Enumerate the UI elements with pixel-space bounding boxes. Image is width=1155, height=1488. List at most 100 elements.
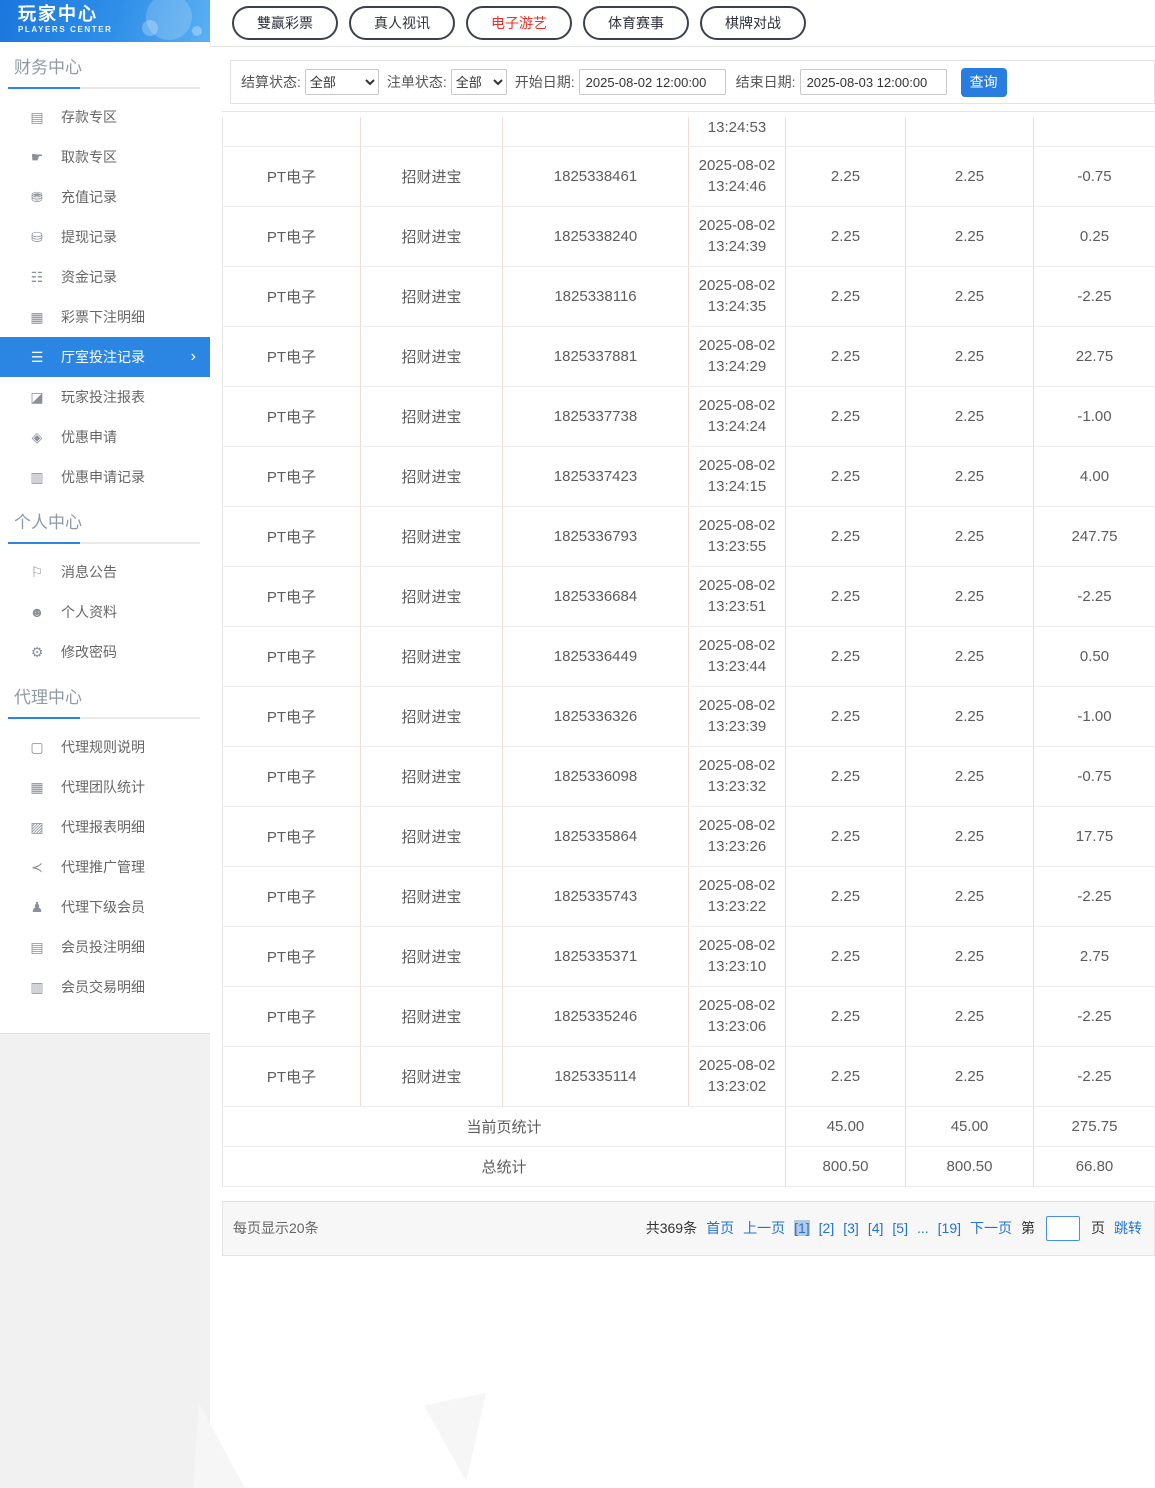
cell-order-id: 1825337423 (503, 446, 689, 506)
sidebar-item-promo-apply[interactable]: ◈ 优惠申请 › (0, 417, 210, 457)
sidebar-item-funds-record[interactable]: ☷ 资金记录 › (0, 257, 210, 297)
sidebar-item-label: 提现记录 (61, 227, 117, 247)
table-row: PT电子 招财进宝 1825336326 2025-08-0213:23:39 … (223, 686, 1155, 746)
sidebar-item-label: 修改密码 (61, 642, 117, 662)
page-link[interactable]: [5] (892, 1220, 908, 1236)
cell-game: 招财进宝 (361, 986, 503, 1046)
page-link[interactable]: [1] (794, 1220, 810, 1236)
cell-platform: PT电子 (223, 566, 361, 626)
sidebar-item-gear[interactable]: ⚙ 修改密码 › (0, 632, 210, 672)
cell-bet-amount: 2.25 (786, 506, 906, 566)
nav-tab[interactable]: 体育赛事 (583, 6, 689, 40)
cell-platform: PT电子 (223, 446, 361, 506)
deposit-card-icon: ▤ (28, 109, 46, 126)
sidebar-item-withdraw-record[interactable]: ⛁ 提现记录 › (0, 217, 210, 257)
nav-tab[interactable]: 雙赢彩票 (232, 6, 338, 40)
cell-win-loss: -2.25 (1034, 266, 1155, 326)
cell-order-id: 1825336684 (503, 566, 689, 626)
sidebar-item-promo-record[interactable]: ▥ 优惠申请记录 › (0, 457, 210, 497)
cell-valid-bet: 2.25 (906, 926, 1034, 986)
section-underline (8, 542, 200, 544)
order-status-select[interactable]: 全部 (451, 69, 507, 95)
table-row: PT电子 招财进宝 1825337423 2025-08-0213:24:15 … (223, 446, 1155, 506)
sidebar-item-member-bet-detail[interactable]: ▤ 会员投注明细 › (0, 927, 210, 967)
cell-time: 2025-08-0213:24:46 (689, 146, 786, 206)
sidebar-item-member-trade-detail[interactable]: ▥ 会员交易明细 › (0, 967, 210, 1007)
total-summary-label: 总统计 (223, 1146, 786, 1186)
sidebar-item-hall-bet-record[interactable]: ☰ 厅室投注记录 › (0, 337, 210, 377)
cell-platform: PT电子 (223, 986, 361, 1046)
cell-time: 2025-08-0213:23:39 (689, 686, 786, 746)
table-row: PT电子 招财进宝 1825336098 2025-08-0213:23:32 … (223, 746, 1155, 806)
cell-bet-amount: 2.25 (786, 866, 906, 926)
sidebar-item-label: 玩家投注报表 (61, 387, 145, 407)
page-link[interactable]: [4] (868, 1220, 884, 1236)
page-link[interactable]: ... (917, 1220, 929, 1236)
nav-tab[interactable]: 真人视讯 (349, 6, 455, 40)
sidebar-item-bell[interactable]: ⚐ 消息公告 › (0, 552, 210, 592)
cell-time: 2025-08-0213:24:35 (689, 266, 786, 326)
cell-bet-amount: 2.25 (786, 926, 906, 986)
sidebar-item-agent-team-stats[interactable]: ▦ 代理团队统计 › (0, 767, 210, 807)
page-link[interactable]: [19] (938, 1220, 961, 1236)
sidebar-item-agent-members[interactable]: ♟ 代理下级会员 › (0, 887, 210, 927)
cell-win-loss: -0.75 (1034, 146, 1155, 206)
cell-time: 2025-08-0213:24:29 (689, 326, 786, 386)
cell-valid-bet: 2.25 (906, 1046, 1034, 1106)
sidebar-item-agent-rules[interactable]: ▢ 代理规则说明 › (0, 727, 210, 767)
sidebar-item-lottery-bet-detail[interactable]: ▦ 彩票下注明细 › (0, 297, 210, 337)
top-nav: 雙赢彩票真人视讯电子游艺体育赛事棋牌对战 (210, 0, 1155, 47)
cell-platform: PT电子 (223, 386, 361, 446)
settle-status-select[interactable]: 全部 (305, 69, 379, 95)
sidebar-item-deposit-card[interactable]: ▤ 存款专区 › (0, 97, 210, 137)
cell-game: 招财进宝 (361, 866, 503, 926)
end-date-input[interactable] (800, 69, 947, 95)
page-link[interactable]: [3] (843, 1220, 859, 1236)
page-summary-valid: 45.00 (906, 1106, 1034, 1146)
cell-game: 招财进宝 (361, 746, 503, 806)
cell-bet-amount: 2.25 (786, 986, 906, 1046)
cell-platform: PT电子 (223, 326, 361, 386)
sidebar-section: 财务中心 ▤ 存款专区 › ☛ 取款专区 › ⛃ 充值记录 › ⛁ 提现记录 ›… (0, 53, 210, 497)
circle-decoration (142, 20, 158, 36)
cell-win-loss: -2.25 (1034, 1046, 1155, 1106)
cell-bet-amount: 2.25 (786, 1046, 906, 1106)
sidebar-item-agent-share[interactable]: ≺ 代理推广管理 › (0, 847, 210, 887)
start-date-input[interactable] (579, 69, 726, 95)
cell-platform: PT电子 (223, 746, 361, 806)
settle-status-label: 结算状态: (241, 72, 301, 92)
sidebar-item-agent-report[interactable]: ▨ 代理报表明细 › (0, 807, 210, 847)
cell-win-loss: 17.75 (1034, 806, 1155, 866)
sidebar-item-recharge-bag[interactable]: ⛃ 充值记录 › (0, 177, 210, 217)
table-row: PT电子 招财进宝 1825336449 2025-08-0213:23:44 … (223, 626, 1155, 686)
logo: 玩家中心 PLAYERS CENTER (0, 0, 210, 42)
sidebar-item-withdraw-hand[interactable]: ☛ 取款专区 › (0, 137, 210, 177)
cell-game: 招财进宝 (361, 206, 503, 266)
cell-time: 2025-08-0213:24:15 (689, 446, 786, 506)
cell-time: 2025-08-0213:23:55 (689, 506, 786, 566)
cell-valid-bet: 2.25 (906, 746, 1034, 806)
cell-win-loss: -2.25 (1034, 866, 1155, 926)
sidebar-section: 个人中心 ⚐ 消息公告 › ☻ 个人资料 › ⚙ 修改密码 › (0, 508, 210, 672)
cell-platform: PT电子 (223, 686, 361, 746)
order-status-label: 注单状态: (387, 72, 447, 92)
cell-win-loss: -1.00 (1034, 386, 1155, 446)
jump-button[interactable]: 跳转 (1114, 1218, 1142, 1238)
cell-order-id: 1825338116 (503, 266, 689, 326)
query-button[interactable]: 查询 (961, 68, 1007, 97)
nav-tab[interactable]: 棋牌对战 (700, 6, 806, 40)
sidebar-item-player-bet-report[interactable]: ◪ 玩家投注报表 › (0, 377, 210, 417)
sidebar-item-person[interactable]: ☻ 个人资料 › (0, 592, 210, 632)
cell-bet-amount: 2.25 (786, 446, 906, 506)
funds-record-icon: ☷ (28, 269, 46, 286)
page-link[interactable]: 下一页 (970, 1218, 1012, 1238)
nav-tab[interactable]: 电子游艺 (466, 6, 572, 40)
sidebar-item-label: 存款专区 (61, 107, 117, 127)
page-link[interactable]: 首页 (706, 1218, 734, 1238)
jump-page-input[interactable] (1046, 1216, 1080, 1241)
cell-bet-amount: 2.25 (786, 206, 906, 266)
jump-suffix: 页 (1091, 1218, 1105, 1238)
page-link[interactable]: [2] (819, 1220, 835, 1236)
page-link[interactable]: 上一页 (743, 1218, 785, 1238)
cell-order-id: 1825335743 (503, 866, 689, 926)
